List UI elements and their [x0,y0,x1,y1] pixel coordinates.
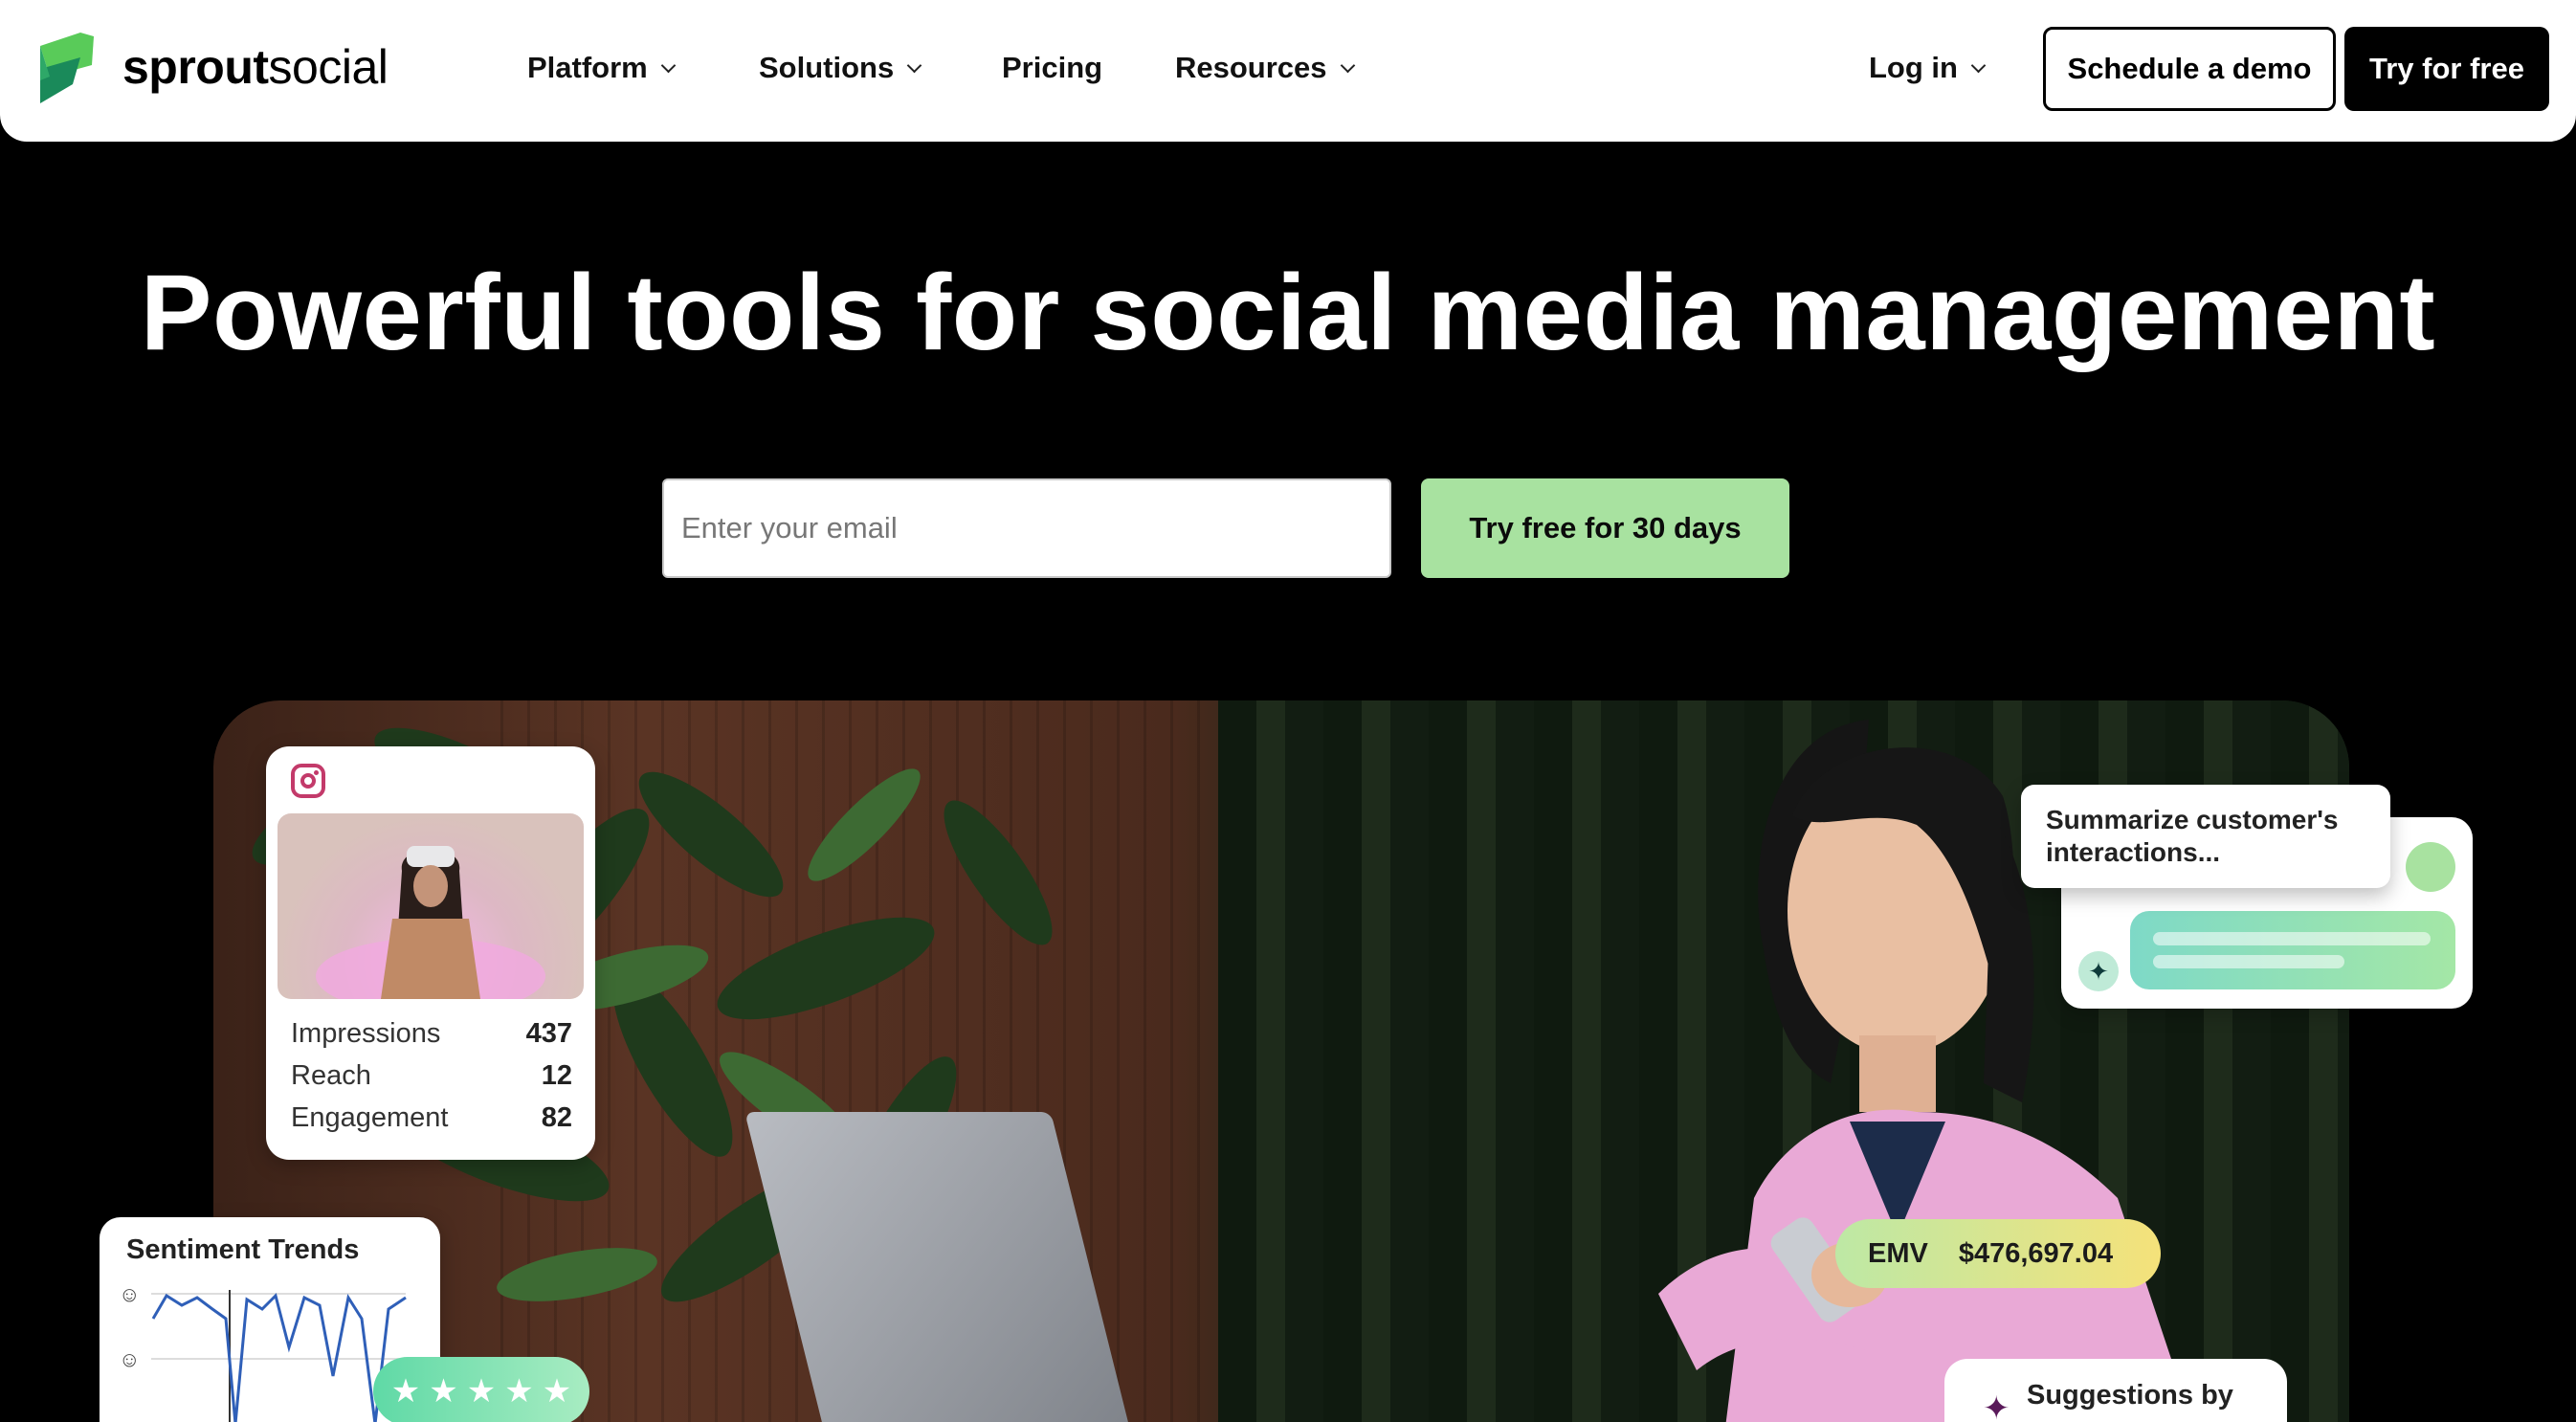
star-icon: ★ [429,1373,458,1410]
email-input[interactable] [662,478,1391,578]
happy-face-icon: ☺ [119,1282,140,1306]
stat-value: 82 [541,1101,572,1133]
ai-response-bubble [2130,911,2455,989]
star-icon: ★ [542,1373,572,1410]
emv-label: EMV [1868,1237,1928,1269]
placeholder-line [2153,955,2344,968]
sprout-leaf-icon [36,31,98,103]
try-free-30-days-button[interactable]: Try free for 30 days [1421,478,1789,578]
nav-platform-label: Platform [527,51,648,84]
instagram-icon [291,764,325,798]
suggestions-card: ✦ Suggestions by [1944,1359,2287,1422]
star-icon: ★ [390,1373,421,1410]
sparkle-icon: ✦ [2078,951,2119,991]
schedule-demo-button[interactable]: Schedule a demo [2043,27,2336,111]
nav-pricing-label: Pricing [1002,51,1103,84]
stat-label: Impressions [291,1017,441,1049]
ai-prompt-card: Summarize customer's interactions... [2021,785,2390,888]
chevron-down-icon [1970,57,1987,73]
five-star-rating-badge: ★ ★ ★ ★ ★ [373,1357,589,1422]
top-navigation: sproutsocial Platform Solutions Pricing … [0,0,2576,142]
suggestions-title: Suggestions by [2027,1380,2233,1411]
star-icon: ★ [466,1373,497,1410]
chevron-down-icon [1340,57,1355,73]
try-for-free-button[interactable]: Try for free [2344,27,2549,111]
nav-platform[interactable]: Platform [527,46,677,90]
emv-value: $476,697.04 [1958,1237,2114,1269]
login-menu[interactable]: Log in [1869,46,1987,90]
placeholder-line [2153,932,2431,945]
nav-solutions-label: Solutions [759,51,895,84]
nav-solutions[interactable]: Solutions [759,46,922,90]
hero-title: Powerful tools for social media manageme… [140,253,2436,372]
sprout-social-logo[interactable]: sproutsocial [36,31,389,103]
nav-pricing[interactable]: Pricing [1002,46,1102,90]
stat-label: Engagement [291,1101,449,1133]
emv-badge: EMV $476,697.04 [1835,1219,2161,1288]
page: sproutsocial Platform Solutions Pricing … [0,0,2576,1422]
star-icon: ★ [504,1373,534,1410]
stat-engagement: Engagement 82 [291,1099,572,1137]
sentiment-title: Sentiment Trends [126,1234,360,1265]
instagram-post-card: Impressions 437 Reach 12 Engagement 82 [266,746,595,1160]
nav-resources[interactable]: Resources [1175,46,1355,90]
sparkle-icon: ✦ [1983,1390,2010,1422]
stat-reach: Reach 12 [291,1056,572,1095]
stat-impressions: Impressions 437 [291,1014,572,1053]
chevron-down-icon [906,57,922,73]
chevron-down-icon [660,57,677,73]
logo-wordmark: sproutsocial [122,40,389,94]
nav-resources-label: Resources [1175,51,1327,84]
stat-value: 437 [525,1017,572,1049]
neutral-face-icon: ☺ [119,1347,140,1371]
user-avatar-dot [2406,842,2455,892]
post-thumbnail [278,813,584,999]
stat-value: 12 [541,1059,572,1091]
stat-label: Reach [291,1059,371,1091]
login-label: Log in [1869,51,1958,84]
